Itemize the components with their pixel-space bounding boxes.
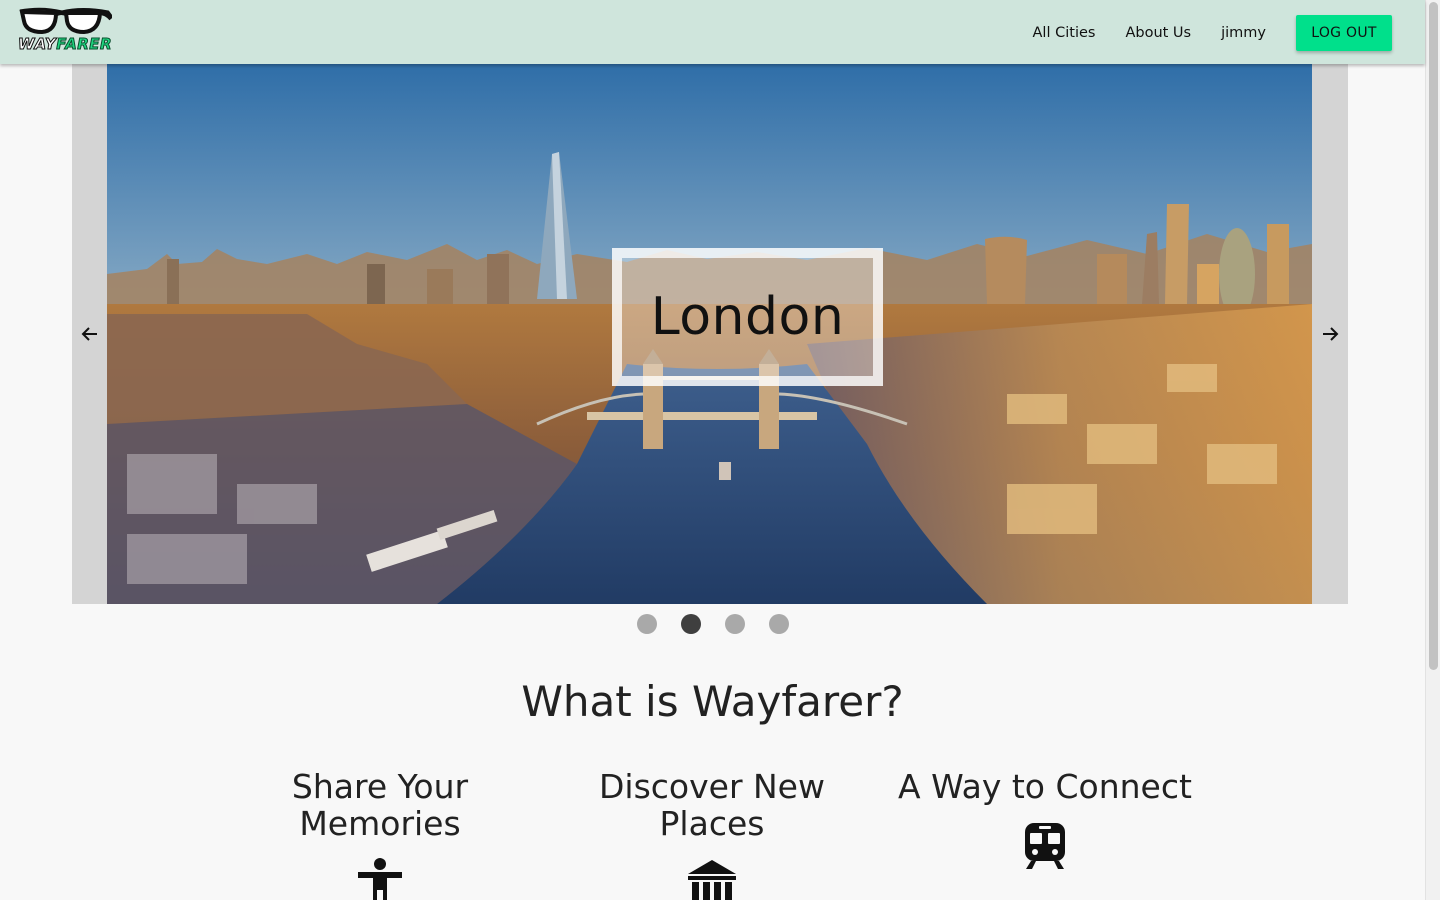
carousel-dot-1[interactable] [637,614,657,634]
feature-title: Discover New Places [599,767,825,843]
carousel-dot-2[interactable] [681,614,701,634]
feature-way-to-connect: A Way to Connect [880,768,1210,871]
carousel-dot-4[interactable] [769,614,789,634]
section-title: What is Wayfarer? [521,677,904,726]
carousel-indicators [637,614,813,634]
carousel-slide-image: London [107,64,1312,604]
feature-title: Share Your Memories [291,767,469,843]
city-carousel: London [72,64,1348,604]
logo-way: WAY [17,35,57,54]
navbar: WAYFARER All Cities About Us jimmy LOG O… [0,0,1425,64]
train-icon [1025,823,1065,869]
nav-links: All Cities About Us jimmy LOG OUT [1033,15,1392,51]
carousel-next-button[interactable] [1312,316,1348,352]
feature-title: A Way to Connect [898,767,1192,806]
nav-username[interactable]: jimmy [1221,16,1266,50]
page-scrollbar[interactable] [1425,0,1440,900]
logout-button[interactable]: LOG OUT [1296,15,1392,51]
wayfarer-logo[interactable]: WAYFARER [16,3,112,55]
city-caption: London [650,287,845,347]
museum-icon [688,860,736,900]
carousel-dot-3[interactable] [725,614,745,634]
city-caption-box: London [612,248,883,386]
nav-all-cities[interactable]: All Cities [1033,16,1096,50]
feature-share-memories: Share Your Memories [215,768,545,900]
accessibility-icon [358,858,402,900]
arrow-right-icon [1323,327,1339,341]
scrollbar-thumb[interactable] [1429,2,1438,670]
nav-about-us[interactable]: About Us [1125,16,1191,50]
arrow-left-icon [81,327,97,341]
feature-discover-places: Discover New Places [547,768,877,900]
logo-wordmark: WAYFARER [17,34,113,54]
carousel-prev-button[interactable] [72,316,108,352]
logo-farer: FARER [56,35,113,54]
